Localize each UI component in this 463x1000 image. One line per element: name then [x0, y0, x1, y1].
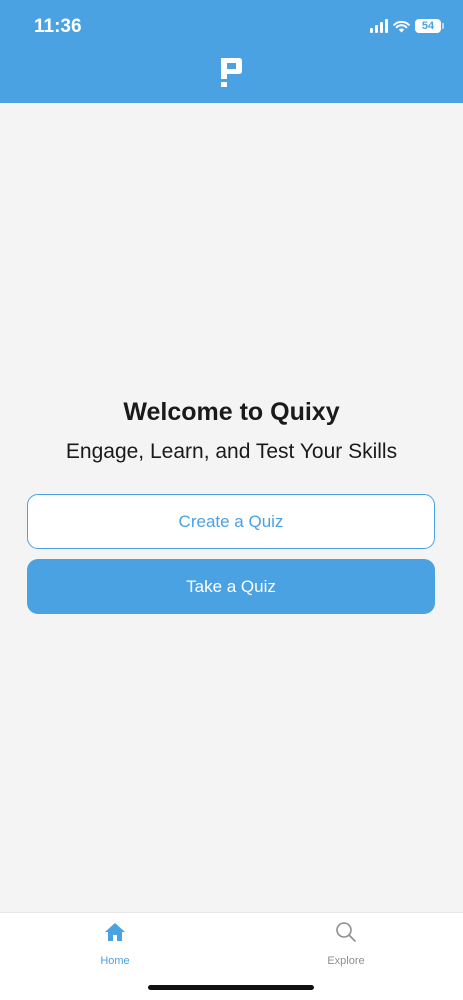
- create-quiz-button[interactable]: Create a Quiz: [27, 494, 435, 549]
- tab-explore[interactable]: Explore: [296, 921, 396, 971]
- battery-icon: 54: [415, 19, 444, 33]
- tab-home[interactable]: Home: [65, 921, 165, 971]
- take-quiz-button[interactable]: Take a Quiz: [27, 559, 435, 614]
- status-icons: 54: [370, 19, 444, 33]
- home-icon: [105, 923, 125, 941]
- tab-home-label: Home: [100, 955, 130, 967]
- home-indicator: [148, 985, 314, 990]
- wifi-icon: [393, 20, 410, 32]
- app-header: 11:36 54: [0, 0, 463, 103]
- quixy-logo-icon: [221, 58, 242, 87]
- tab-explore-label: Explore: [327, 955, 365, 967]
- page-subtitle: Engage, Learn, and Test Your Skills: [65, 440, 398, 463]
- search-icon: [336, 922, 356, 942]
- page-title: Welcome to Quixy: [123, 398, 340, 426]
- cellular-signal-icon: [370, 19, 388, 33]
- status-time: 11:36: [34, 16, 82, 37]
